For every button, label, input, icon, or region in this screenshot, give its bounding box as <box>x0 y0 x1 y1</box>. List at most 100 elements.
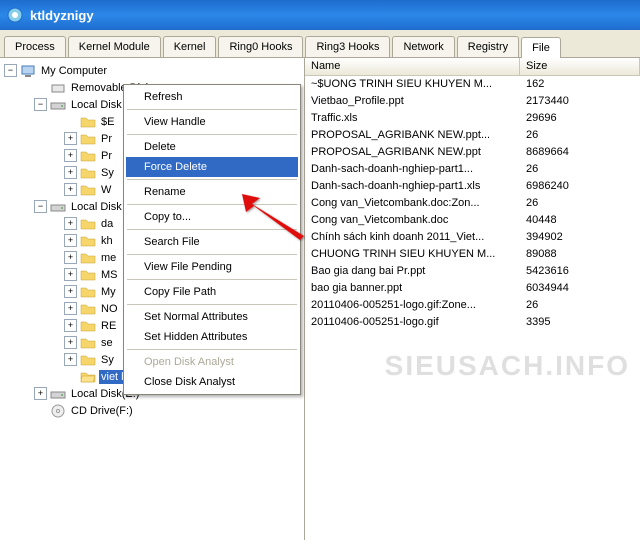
file-row[interactable]: Vietbao_Profile.ppt2173440 <box>305 93 640 110</box>
folder-icon <box>80 216 96 232</box>
file-name: 20110406-005251-logo.gif:Zone... <box>305 297 520 314</box>
expander[interactable]: + <box>64 268 77 281</box>
ctx-copy-file-path[interactable]: Copy File Path <box>126 282 298 302</box>
file-size: 6034944 <box>520 280 640 297</box>
folder-icon <box>80 318 96 334</box>
folder-icon <box>80 131 96 147</box>
file-row[interactable]: 20110406-005251-logo.gif:Zone...26 <box>305 297 640 314</box>
file-size: 29696 <box>520 110 640 127</box>
ctx-close-disk-analyst[interactable]: Close Disk Analyst <box>126 372 298 392</box>
expander[interactable]: + <box>64 217 77 230</box>
expander[interactable]: + <box>64 234 77 247</box>
tree-item[interactable]: Sy <box>99 353 116 367</box>
expander[interactable]: + <box>64 149 77 162</box>
folder-icon <box>80 335 96 351</box>
tab-file[interactable]: File <box>521 37 561 58</box>
tree-item[interactable]: My <box>99 285 118 299</box>
drive-icon <box>50 97 66 113</box>
file-row[interactable]: ~$UONG TRINH SIEU KHUYEN M...162 <box>305 76 640 93</box>
tree-item[interactable]: W <box>99 183 113 197</box>
ctx-force-delete[interactable]: Force Delete <box>126 157 298 177</box>
expander[interactable]: + <box>64 183 77 196</box>
ctx-delete[interactable]: Delete <box>126 137 298 157</box>
tree-item[interactable]: RE <box>99 319 118 333</box>
file-row[interactable]: 20110406-005251-logo.gif3395 <box>305 314 640 331</box>
ctx-set-normal-attributes[interactable]: Set Normal Attributes <box>126 307 298 327</box>
folder-icon <box>80 233 96 249</box>
ctx-rename[interactable]: Rename <box>126 182 298 202</box>
tree-item[interactable]: Sy <box>99 166 116 180</box>
ctx-view-handle[interactable]: View Handle <box>126 112 298 132</box>
folder-icon <box>80 284 96 300</box>
file-row[interactable]: Danh-sach-doanh-nghiep-part1...26 <box>305 161 640 178</box>
tree-item[interactable]: da <box>99 217 115 231</box>
expander[interactable]: + <box>64 336 77 349</box>
tree-item[interactable]: MS <box>99 268 120 282</box>
tree-item[interactable]: $E <box>99 115 116 129</box>
ctx-copy-to[interactable]: Copy to... <box>126 207 298 227</box>
folder-icon <box>80 114 96 130</box>
file-row[interactable]: Cong van_Vietcombank.doc:Zon...26 <box>305 195 640 212</box>
tree-item[interactable]: Pr <box>99 132 114 146</box>
expander[interactable]: + <box>64 251 77 264</box>
file-size: 162 <box>520 76 640 93</box>
file-row[interactable]: Bao gia dang bai Pr.ppt5423616 <box>305 263 640 280</box>
file-name: Cong van_Vietcombank.doc <box>305 212 520 229</box>
tree-item[interactable]: me <box>99 251 118 265</box>
file-size: 5423616 <box>520 263 640 280</box>
tab-ring3-hooks[interactable]: Ring3 Hooks <box>305 36 390 57</box>
file-list-header: Name Size <box>305 58 640 76</box>
tab-process[interactable]: Process <box>4 36 66 57</box>
file-row[interactable]: Danh-sach-doanh-nghiep-part1.xls6986240 <box>305 178 640 195</box>
expander[interactable]: + <box>64 132 77 145</box>
ctx-open-disk-analyst[interactable]: Open Disk Analyst <box>126 352 298 372</box>
folder-icon <box>80 267 96 283</box>
file-size: 26 <box>520 161 640 178</box>
tab-ring0-hooks[interactable]: Ring0 Hooks <box>218 36 303 57</box>
separator <box>127 179 297 180</box>
tree-item[interactable]: se <box>99 336 115 350</box>
expander[interactable]: + <box>64 166 77 179</box>
file-row[interactable]: Chính sách kinh doanh 2011_Viet...394902 <box>305 229 640 246</box>
ctx-refresh[interactable]: Refresh <box>126 87 298 107</box>
expander[interactable]: + <box>64 319 77 332</box>
ctx-search-file[interactable]: Search File <box>126 232 298 252</box>
tree-item[interactable]: NO <box>99 302 120 316</box>
file-size: 26 <box>520 195 640 212</box>
file-size: 3395 <box>520 314 640 331</box>
tree-item[interactable]: kh <box>99 234 115 248</box>
tree-root[interactable]: My Computer <box>39 64 109 78</box>
ctx-view-file-pending[interactable]: View File Pending <box>126 257 298 277</box>
expander[interactable]: + <box>64 353 77 366</box>
separator <box>127 304 297 305</box>
tab-kernel-module[interactable]: Kernel Module <box>68 36 161 57</box>
file-row[interactable]: CHUONG TRINH SIEU KHUYEN M...89088 <box>305 246 640 263</box>
tree-item[interactable]: Pr <box>99 149 114 163</box>
column-size[interactable]: Size <box>520 58 640 75</box>
expander[interactable]: + <box>64 302 77 315</box>
tree-item[interactable]: Local Disk <box>69 98 124 112</box>
file-list: Name Size ~$UONG TRINH SIEU KHUYEN M...1… <box>305 58 640 540</box>
file-name: 20110406-005251-logo.gif <box>305 314 520 331</box>
file-size: 8689664 <box>520 144 640 161</box>
column-name[interactable]: Name <box>305 58 520 75</box>
removable-icon <box>50 80 66 96</box>
file-row[interactable]: PROPOSAL_AGRIBANK NEW.ppt8689664 <box>305 144 640 161</box>
file-row[interactable]: PROPOSAL_AGRIBANK NEW.ppt...26 <box>305 127 640 144</box>
tab-network[interactable]: Network <box>392 36 454 57</box>
expander[interactable]: − <box>34 200 47 213</box>
tree-item[interactable]: Local Disk <box>69 200 124 214</box>
tab-registry[interactable]: Registry <box>457 36 519 57</box>
expander[interactable]: − <box>34 98 47 111</box>
expander[interactable]: + <box>34 387 47 400</box>
file-row[interactable]: bao gia banner.ppt6034944 <box>305 280 640 297</box>
file-row[interactable]: Cong van_Vietcombank.doc40448 <box>305 212 640 229</box>
tab-kernel[interactable]: Kernel <box>163 36 217 57</box>
file-size: 26 <box>520 297 640 314</box>
content-area: −My Computer Removable Disk −Local Disk … <box>0 58 640 540</box>
file-row[interactable]: Traffic.xls29696 <box>305 110 640 127</box>
expander[interactable]: − <box>4 64 17 77</box>
expander[interactable]: + <box>64 285 77 298</box>
tree-item[interactable]: CD Drive(F:) <box>69 404 135 418</box>
ctx-set-hidden-attributes[interactable]: Set Hidden Attributes <box>126 327 298 347</box>
